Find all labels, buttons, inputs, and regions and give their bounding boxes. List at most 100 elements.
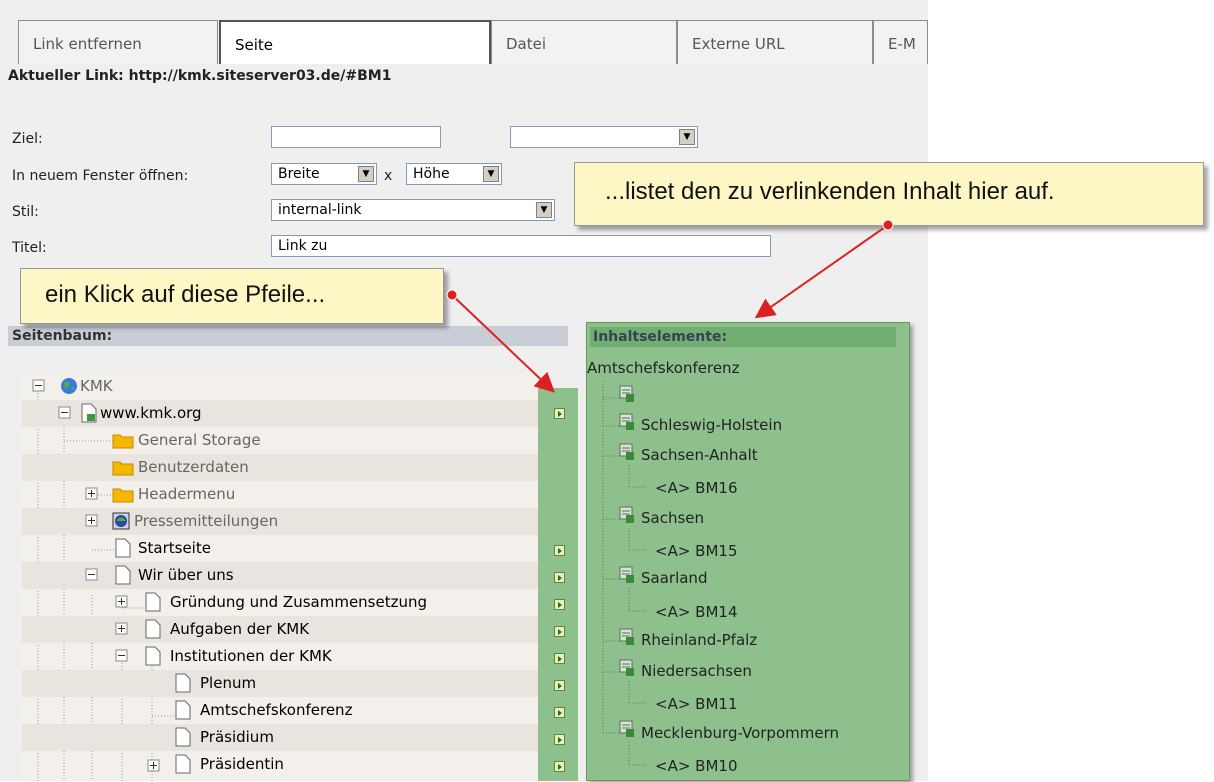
callout-left: ein Klick auf diese Pfeile...: [20, 268, 444, 324]
content-item[interactable]: Schleswig-Holstein: [641, 416, 782, 434]
titel-label: Titel:: [12, 240, 47, 256]
expand-icon[interactable]: [115, 595, 129, 609]
select-arrow-icon[interactable]: [554, 761, 565, 772]
content-anchor[interactable]: <A> BM10: [655, 757, 738, 775]
page-icon: [81, 403, 97, 423]
expand-icon[interactable]: [85, 487, 99, 501]
chevron-down-icon: ▼: [536, 202, 552, 218]
folder-icon: [112, 488, 134, 503]
tree-label: General Storage: [138, 431, 261, 449]
tree-item-headermenu[interactable]: Headermenu: [22, 481, 538, 508]
expand-icon[interactable]: [115, 622, 129, 636]
tree-item-gruendung[interactable]: Gründung und Zusammensetzung: [22, 589, 538, 616]
page-icon: [115, 538, 131, 558]
select-arrow-icon[interactable]: [554, 680, 565, 691]
tree-item-institutionen[interactable]: Institutionen der KMK: [22, 643, 538, 670]
tree-label: Aufgaben der KMK: [170, 620, 310, 638]
tree-label: Institutionen der KMK: [170, 647, 332, 665]
content-item[interactable]: Sachsen: [641, 509, 704, 527]
content-item[interactable]: Niedersachsen: [641, 662, 752, 680]
select-arrow-icon[interactable]: [554, 734, 565, 745]
tree-label: Amtschefskonferenz: [200, 701, 353, 719]
chevron-down-icon: ▼: [679, 129, 695, 145]
content-anchor[interactable]: <A> BM11: [655, 695, 738, 713]
callout-left-text: ein Klick auf diese Pfeile...: [45, 281, 326, 308]
select-arrow-icon[interactable]: [554, 707, 565, 718]
ziel-input[interactable]: [271, 126, 441, 148]
select-arrow-icon[interactable]: [554, 599, 565, 610]
folder-icon: [112, 434, 134, 449]
breite-value: Breite: [278, 166, 320, 182]
seitenbaum-header: Seitenbaum:: [8, 326, 568, 346]
tree-item-aufgaben[interactable]: Aufgaben der KMK: [22, 616, 538, 643]
titel-input[interactable]: Link zu: [271, 235, 771, 257]
tree-label: Plenum: [200, 674, 257, 692]
stil-select[interactable]: internal-link ▼: [271, 199, 555, 221]
collapse-icon[interactable]: [58, 406, 72, 420]
tree-label: Wir über uns: [138, 566, 234, 584]
tree-label: Präsidentin: [200, 755, 284, 773]
content-item[interactable]: Sachsen-Anhalt: [641, 446, 758, 464]
tree-item-pressemitteilungen[interactable]: Pressemitteilungen: [22, 508, 538, 535]
page-icon: [175, 754, 191, 774]
stil-label: Stil:: [12, 204, 39, 220]
content-element-icon: [619, 506, 634, 523]
breite-select[interactable]: Breite ▼: [271, 163, 377, 185]
content-element-icon: [619, 659, 634, 676]
tab-bar: Link entfernen Seite Datei Externe URL E…: [18, 20, 928, 66]
tree-label: Benutzerdaten: [138, 458, 249, 476]
expand-icon[interactable]: [85, 514, 99, 528]
current-link: Aktueller Link: http://kmk.siteserver03.…: [8, 68, 392, 84]
content-anchor[interactable]: <A> BM15: [655, 542, 738, 560]
callout-right-text: ...listet den zu verlinkenden Inhalt hie…: [605, 178, 1055, 205]
expand-icon[interactable]: [147, 759, 161, 773]
hoehe-select[interactable]: Höhe ▼: [406, 163, 502, 185]
collapse-icon[interactable]: [115, 649, 129, 663]
content-element-icon: [619, 443, 634, 460]
chevron-down-icon: ▼: [358, 166, 374, 182]
content-element-icon: [619, 566, 634, 583]
page-icon: [175, 700, 191, 720]
tab-seite[interactable]: Seite: [219, 20, 491, 64]
content-item[interactable]: Rheinland-Pfalz: [641, 631, 757, 649]
content-anchor[interactable]: <A> BM16: [655, 479, 738, 497]
content-element-icon: [619, 628, 634, 645]
news-icon: [112, 512, 130, 530]
select-arrow-icon[interactable]: [554, 626, 565, 637]
select-arrow-icon[interactable]: [554, 545, 565, 556]
collapse-icon[interactable]: [32, 379, 46, 393]
tab-datei[interactable]: Datei: [491, 20, 677, 64]
content-element-icon: [619, 720, 634, 737]
content-item[interactable]: Saarland: [641, 569, 707, 587]
tree-item-kmk[interactable]: KMK: [22, 373, 538, 400]
tree-item-praesidium[interactable]: Präsidium: [22, 724, 538, 751]
tab-email[interactable]: E-M: [873, 20, 928, 64]
select-arrow-icon[interactable]: [554, 653, 565, 664]
link-arrow-column: [538, 388, 578, 781]
page-tree: KMK www.kmk.org General Storage Benutzer…: [22, 373, 538, 781]
tree-item-praesidentin[interactable]: Präsidentin: [22, 751, 538, 778]
select-arrow-icon[interactable]: [554, 572, 565, 583]
page-icon: [145, 619, 161, 639]
content-item[interactable]: Mecklenburg-Vorpommern: [641, 724, 839, 742]
content-anchor[interactable]: <A> BM14: [655, 603, 738, 621]
chevron-down-icon: ▼: [483, 166, 499, 182]
tree-item-benutzerdaten[interactable]: Benutzerdaten: [22, 454, 538, 481]
tab-externe-url[interactable]: Externe URL: [677, 20, 873, 64]
tree-label: Startseite: [138, 539, 211, 557]
select-arrow-icon[interactable]: [554, 408, 565, 419]
tree-item-general-storage[interactable]: General Storage: [22, 427, 538, 454]
tree-item-startseite[interactable]: Startseite: [22, 535, 538, 562]
stil-value: internal-link: [278, 202, 362, 218]
collapse-icon[interactable]: [85, 568, 99, 582]
tab-link-entfernen[interactable]: Link entfernen: [18, 20, 218, 64]
tree-item-plenum[interactable]: Plenum: [22, 670, 538, 697]
tree-item-wir-ueber-uns[interactable]: Wir über uns: [22, 562, 538, 589]
content-element-icon: [619, 385, 634, 402]
tree-item-amtschefskonferenz[interactable]: Amtschefskonferenz: [22, 697, 538, 724]
content-element-icon: [619, 413, 634, 430]
tree-item-www-kmk-org[interactable]: www.kmk.org: [22, 400, 538, 427]
page-icon: [145, 646, 161, 666]
folder-icon: [112, 461, 134, 476]
ziel-select[interactable]: ▼: [510, 126, 698, 148]
